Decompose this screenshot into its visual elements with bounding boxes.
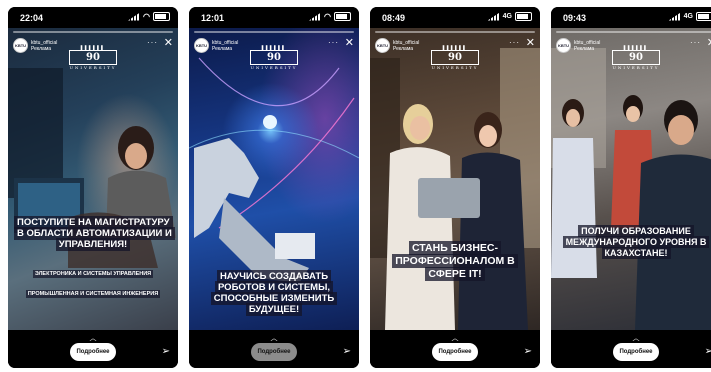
story-photo: [551, 48, 711, 330]
send-icon[interactable]: ➢: [705, 346, 711, 357]
account-header[interactable]: KBTU kbtu_official Реклама: [194, 38, 238, 53]
status-time: 22:04: [20, 13, 44, 23]
close-icon[interactable]: ✕: [345, 38, 354, 49]
story-progress-bar: [556, 31, 711, 33]
status-bar: 08:49 4G: [370, 7, 540, 28]
send-icon[interactable]: ➢: [162, 346, 170, 357]
story-footer: ︿ Подробнее ➢: [8, 330, 178, 368]
learn-more-button[interactable]: Подробнее: [613, 343, 659, 361]
account-name[interactable]: kbtu_official: [212, 40, 238, 46]
chevron-up-icon: ︿: [270, 335, 278, 342]
status-bar: 12:01 ◠: [189, 7, 359, 28]
program-1: Электроника и системы управления: [32, 270, 154, 278]
battery-icon: [334, 12, 351, 21]
story-content[interactable]: KBTU kbtu_official Реклама ··· ✕ ▌▌▌▌▌▌ …: [370, 28, 540, 330]
chevron-up-icon: ︿: [89, 335, 97, 342]
account-name[interactable]: kbtu_official: [393, 40, 419, 46]
story-content[interactable]: KBTU kbtu_official Реклама ··· ✕ ▌▌▌▌▌▌ …: [189, 28, 359, 330]
sponsored-label: Реклама: [574, 45, 595, 52]
account-header[interactable]: KBTU kbtu_official Реклама: [556, 38, 600, 53]
signal-icon: [668, 12, 681, 21]
account-avatar[interactable]: KBTU: [13, 38, 28, 53]
story-photo: [8, 68, 176, 268]
story-progress-bar: [375, 31, 535, 33]
account-avatar[interactable]: KBTU: [194, 38, 209, 53]
story-content[interactable]: KBTU kbtu_official Реклама ··· ✕ ▌▌▌▌▌▌ …: [551, 28, 711, 330]
account-avatar[interactable]: KBTU: [556, 38, 571, 53]
more-dots-icon[interactable]: ···: [509, 39, 520, 47]
chevron-up-icon: ︿: [451, 335, 459, 342]
story-caption: Научись создавать роботов и системы, спо…: [195, 270, 353, 316]
more-dots-icon[interactable]: ···: [147, 39, 158, 47]
battery-icon: [153, 12, 170, 21]
more-dots-icon[interactable]: ···: [690, 39, 701, 47]
program-2: Промышленная и системная инженерия: [25, 290, 161, 298]
story-caption: Получи образование международного уровня…: [557, 225, 711, 259]
university-logo: ▌▌▌▌▌▌ 90 UNIVERSITY: [612, 45, 660, 70]
story-phone-1: 22:04 ◠ KBTU kbtu_official Реклама ··· ✕: [8, 7, 178, 368]
story-caption: Поступите на магистратуру в области авто…: [14, 216, 175, 251]
university-logo: ▌▌▌▌▌▌ 90 UNIVERSITY: [69, 45, 117, 70]
sponsored-label: Реклама: [393, 45, 414, 52]
university-logo: ▌▌▌▌▌▌ 90 UNIVERSITY: [431, 45, 479, 70]
story-progress-bar: [194, 31, 354, 33]
signal-icon: [487, 12, 500, 21]
account-header[interactable]: KBTU kbtu_official Реклама: [13, 38, 57, 53]
wifi-icon: ◠: [324, 11, 331, 21]
account-header[interactable]: KBTU kbtu_official Реклама: [375, 38, 419, 53]
story-photo: [370, 48, 540, 330]
learn-more-button[interactable]: Подробнее: [251, 343, 297, 361]
story-footer: ︿ Подробнее ➢: [189, 330, 359, 368]
learn-more-button[interactable]: Подробнее: [70, 343, 116, 361]
status-time: 08:49: [382, 13, 406, 23]
story-phone-2: 12:01 ◠ KBTU kbtu_official Реклама ··· ✕: [189, 7, 359, 368]
university-logo: ▌▌▌▌▌▌ 90 UNIVERSITY: [250, 45, 298, 70]
close-icon[interactable]: ✕: [707, 38, 711, 49]
chevron-up-icon: ︿: [632, 335, 640, 342]
battery-icon: [515, 12, 532, 21]
network-type: 4G: [683, 13, 693, 20]
story-content[interactable]: KBTU kbtu_official Реклама ··· ✕ ▌▌▌▌▌▌ …: [8, 28, 178, 330]
status-time: 12:01: [201, 13, 225, 23]
story-caption: Стань бизнес-профессионалом в сфере IT!: [376, 241, 534, 281]
status-bar: 09:43 4G: [551, 7, 711, 28]
wifi-icon: ◠: [143, 11, 150, 21]
signal-icon: [128, 12, 141, 21]
account-name[interactable]: kbtu_official: [574, 40, 600, 46]
sponsored-label: Реклама: [31, 45, 52, 52]
signal-icon: [309, 12, 322, 21]
battery-icon: [696, 12, 711, 21]
close-icon[interactable]: ✕: [526, 38, 535, 49]
send-icon[interactable]: ➢: [343, 346, 351, 357]
story-phone-3: 08:49 4G KBTU kbtu_official Реклама ··· …: [370, 7, 540, 368]
learn-more-button[interactable]: Подробнее: [432, 343, 478, 361]
close-icon[interactable]: ✕: [164, 38, 173, 49]
account-name[interactable]: kbtu_official: [31, 40, 57, 46]
status-time: 09:43: [563, 13, 587, 23]
story-footer: ︿ Подробнее ➢: [551, 330, 711, 368]
story-progress-bar: [13, 31, 173, 33]
story-footer: ︿ Подробнее ➢: [370, 330, 540, 368]
send-icon[interactable]: ➢: [524, 346, 532, 357]
more-dots-icon[interactable]: ···: [328, 39, 339, 47]
sponsored-label: Реклама: [212, 45, 233, 52]
network-type: 4G: [502, 13, 512, 20]
story-phone-4: 09:43 4G KBTU kbtu_official Реклама ··· …: [551, 7, 711, 368]
account-avatar[interactable]: KBTU: [375, 38, 390, 53]
status-bar: 22:04 ◠: [8, 7, 178, 28]
